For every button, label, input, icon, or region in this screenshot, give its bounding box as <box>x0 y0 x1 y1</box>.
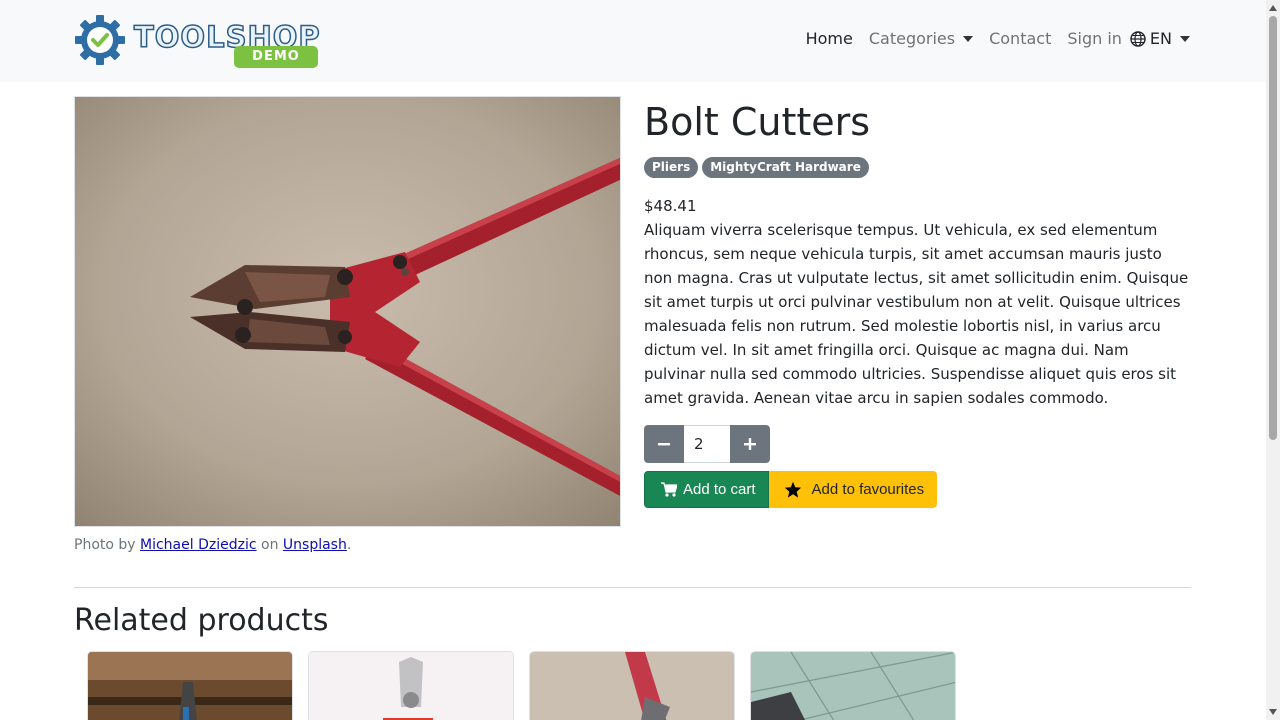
nav-categories[interactable]: Categories <box>868 29 974 48</box>
category-badge: Pliers <box>644 157 699 178</box>
related-product-image <box>309 652 513 720</box>
gear-check-icon <box>75 15 125 65</box>
photo-credit-middle: on <box>261 537 279 553</box>
brand-badge: MightyCraft Hardware <box>702 157 869 178</box>
nav-contact[interactable]: Contact <box>989 29 1051 48</box>
related-product-card[interactable] <box>529 651 735 720</box>
add-to-cart-label: Add to cart <box>683 481 756 498</box>
related-product-card[interactable] <box>750 651 956 720</box>
product-title: Bolt Cutters <box>644 100 871 144</box>
cart-icon <box>661 482 677 497</box>
nav-home[interactable]: Home <box>806 29 853 48</box>
decrease-quantity-button[interactable] <box>644 425 684 463</box>
product-image <box>74 96 621 527</box>
section-divider <box>74 587 1191 588</box>
unsplash-link[interactable]: Unsplash <box>283 537 347 553</box>
globe-icon <box>1130 30 1146 47</box>
related-product-image <box>88 652 292 720</box>
scroll-up-arrow-icon[interactable] <box>1269 5 1277 11</box>
add-to-cart-button[interactable]: Add to cart <box>644 471 769 508</box>
related-product-image <box>751 652 955 720</box>
chevron-down-icon <box>963 35 974 42</box>
related-product-card[interactable] <box>308 651 514 720</box>
related-products-list <box>87 651 971 720</box>
demo-badge: DEMO <box>234 46 318 68</box>
nav-signin[interactable]: Sign in <box>1067 29 1122 48</box>
increase-quantity-button[interactable] <box>730 425 770 463</box>
minus-icon <box>658 443 670 446</box>
photo-author-link[interactable]: Michael Dziedzic <box>140 537 257 553</box>
quantity-stepper <box>644 425 770 463</box>
language-selector[interactable]: EN <box>1130 29 1190 48</box>
quantity-input[interactable] <box>684 425 730 463</box>
related-products-title: Related products <box>74 603 329 638</box>
nav-categories-label: Categories <box>868 29 956 48</box>
page-scrollbar[interactable] <box>1266 0 1280 720</box>
product-price: $48.41 <box>644 197 697 215</box>
main-nav: Home Categories Contact Sign in EN <box>790 29 1190 48</box>
toolshop-logo[interactable]: TOOLSHOP DEMO <box>74 12 320 68</box>
chevron-down-icon <box>1180 35 1190 42</box>
related-product-card[interactable] <box>87 651 293 720</box>
bolt-cutters-photo <box>75 97 620 526</box>
photo-credit: Photo by Michael Dziedzic on Unsplash. <box>74 537 351 553</box>
scrollbar-thumb[interactable] <box>1269 16 1277 440</box>
add-to-favourites-button[interactable]: Add to favourites <box>768 471 938 508</box>
scroll-down-arrow-icon[interactable] <box>1269 709 1277 715</box>
add-to-favourites-label: Add to favourites <box>811 481 925 498</box>
language-label: EN <box>1149 29 1172 48</box>
photo-credit-suffix: . <box>346 537 352 553</box>
related-product-image <box>530 652 734 720</box>
star-icon <box>784 481 801 498</box>
photo-credit-prefix: Photo by <box>74 537 136 553</box>
navbar: TOOLSHOP DEMO Home Categories Contact Si… <box>0 0 1266 82</box>
product-description: Aliquam viverra scelerisque tempus. Ut v… <box>644 221 1189 407</box>
product-actions: Add to cart Add to favourites <box>644 471 938 508</box>
plus-icon <box>744 438 756 450</box>
product-badges: Pliers MightyCraft Hardware <box>644 157 873 178</box>
